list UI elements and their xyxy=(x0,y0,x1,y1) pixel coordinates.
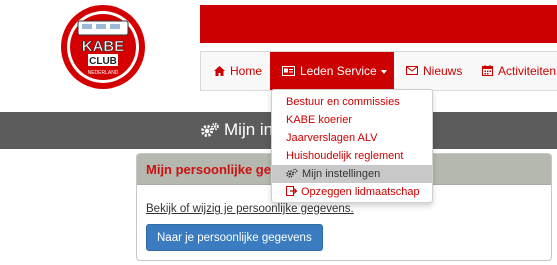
menu-item-kabe-koerier[interactable]: KABE koerier xyxy=(272,111,432,129)
nav-label-leden-service: Leden Service xyxy=(300,64,377,78)
go-to-personal-data-button[interactable]: Naar je persoonlijke gegevens xyxy=(146,224,323,251)
menu-item-bestuur[interactable]: Bestuur en commissies xyxy=(272,93,432,111)
gears-icon xyxy=(201,122,219,137)
calendar-icon xyxy=(482,65,493,77)
gears-icon xyxy=(286,168,298,178)
home-icon xyxy=(214,65,225,76)
envelope-icon xyxy=(406,66,418,76)
logo-ring-text: NEDERLAND xyxy=(88,70,119,76)
kabe-club-logo[interactable]: KABE CLUB NEDERLAND xyxy=(60,4,146,90)
main-navigation: Home Leden Service Nieuws Activiteiten xyxy=(200,51,557,91)
page-title-text: Mijn in xyxy=(224,120,274,139)
menu-label-mijn-instellingen: Mijn instellingen xyxy=(302,168,381,180)
logo-bottom-text: CLUB xyxy=(89,56,117,67)
menu-item-opzeggen[interactable]: Opzeggen lidmaatschap xyxy=(272,183,432,201)
chevron-down-icon xyxy=(380,69,387,74)
nav-item-nieuws[interactable]: Nieuws xyxy=(406,52,462,90)
sign-out-icon xyxy=(286,186,297,197)
leden-service-dropdown: Bestuur en commissies KABE koerier Jaarv… xyxy=(271,89,433,203)
header-banner xyxy=(200,5,557,43)
nav-item-activiteiten[interactable]: Activiteiten xyxy=(482,52,556,90)
menu-item-reglement[interactable]: Huishoudelijk reglement xyxy=(272,147,432,165)
nav-item-home[interactable]: Home xyxy=(214,52,262,90)
logo-top-text: KABE xyxy=(82,38,125,55)
menu-item-mijn-instellingen[interactable]: Mijn instellingen xyxy=(272,165,432,183)
menu-item-jaarverslagen[interactable]: Jaarverslagen ALV xyxy=(272,129,432,147)
id-card-icon xyxy=(282,65,295,76)
edit-personal-data-link[interactable]: Bekijk of wijzig je persoonlijke gegeven… xyxy=(146,203,354,215)
page-title: Mijn in xyxy=(200,120,273,140)
nav-label-nieuws: Nieuws xyxy=(423,64,463,78)
nav-label-home: Home xyxy=(230,64,263,78)
nav-item-leden-service[interactable]: Leden Service xyxy=(270,52,394,90)
nav-label-activiteiten: Activiteiten xyxy=(498,64,557,78)
menu-label-opzeggen: Opzeggen lidmaatschap xyxy=(301,186,420,198)
